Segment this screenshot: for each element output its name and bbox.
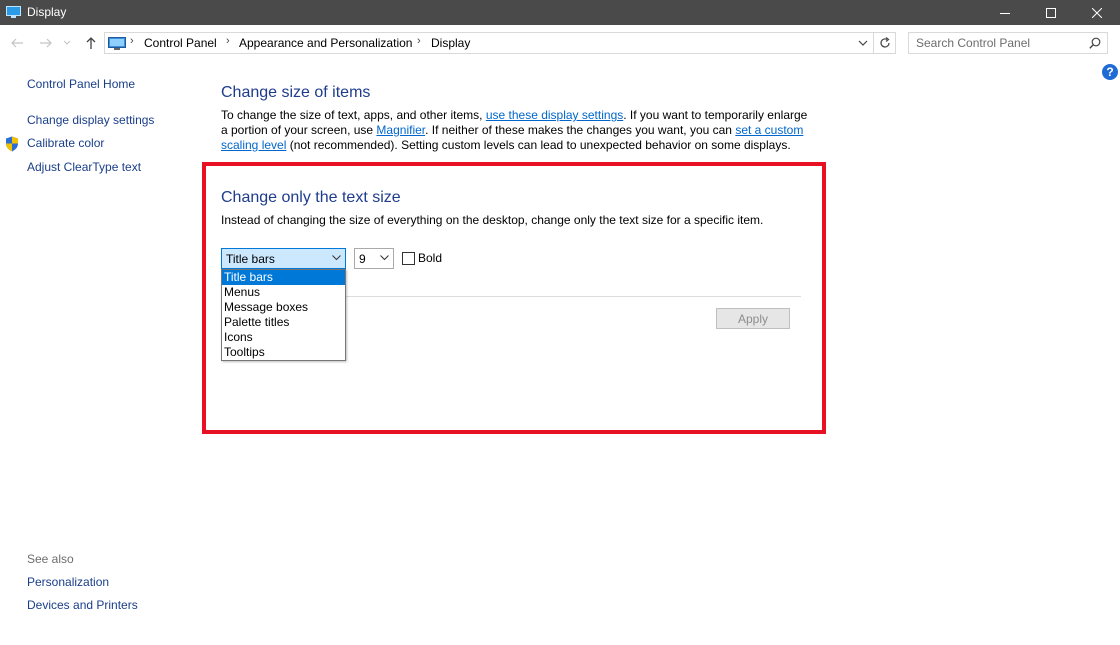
magnifier-link[interactable]: Magnifier — [376, 123, 425, 137]
maximize-icon — [1046, 7, 1056, 18]
see-also-devices-printers[interactable]: Devices and Printers — [27, 598, 138, 612]
chevron-down-icon — [858, 40, 868, 46]
search-box[interactable] — [908, 32, 1108, 54]
minimize-button[interactable] — [982, 0, 1028, 25]
address-bar[interactable]: › Control Panel › Appearance and Persona… — [104, 32, 874, 54]
up-button[interactable] — [82, 34, 100, 52]
item-dropdown-list: Title bars Menus Message boxes Palette t… — [221, 269, 346, 361]
change-text-size-description: Instead of changing the size of everythi… — [221, 213, 764, 227]
breadcrumb-appearance[interactable]: Appearance and Personalization — [239, 36, 412, 50]
maximize-button[interactable] — [1028, 0, 1074, 25]
window-title: Display — [27, 5, 67, 19]
option-menus[interactable]: Menus — [222, 285, 345, 300]
search-input[interactable] — [909, 33, 1085, 53]
option-tooltips[interactable]: Tooltips — [222, 345, 345, 360]
search-icon — [1089, 37, 1101, 49]
sidebar-item-adjust-cleartype[interactable]: Adjust ClearType text — [27, 160, 141, 174]
sidebar-item-change-display-settings[interactable]: Change display settings — [27, 113, 154, 127]
address-dropdown-button[interactable] — [852, 32, 874, 54]
back-button[interactable] — [8, 34, 26, 52]
shield-icon — [6, 136, 18, 152]
change-size-heading: Change size of items — [221, 84, 371, 101]
up-arrow-icon — [86, 37, 96, 49]
option-icons[interactable]: Icons — [222, 330, 345, 345]
font-size-select[interactable]: 9 — [354, 248, 394, 269]
item-select-value: Title bars — [226, 252, 275, 266]
chevron-down-icon — [380, 255, 389, 261]
forward-button[interactable] — [37, 34, 55, 52]
custom-scaling-link[interactable]: set a custom — [735, 123, 803, 137]
option-message-boxes[interactable]: Message boxes — [222, 300, 345, 315]
option-palette-titles[interactable]: Palette titles — [222, 315, 345, 330]
breadcrumb-display[interactable]: Display — [431, 36, 470, 50]
sidebar-item-calibrate-color[interactable]: Calibrate color — [27, 136, 104, 150]
close-button[interactable] — [1074, 0, 1120, 25]
font-size-value: 9 — [359, 252, 366, 266]
change-text-size-heading: Change only the text size — [221, 189, 401, 206]
apply-button[interactable]: Apply — [716, 308, 790, 329]
bold-label[interactable]: Bold — [418, 251, 442, 265]
breadcrumb-separator: › — [226, 35, 230, 47]
breadcrumb-control-panel[interactable]: Control Panel — [144, 36, 217, 50]
close-icon — [1092, 7, 1102, 18]
bold-checkbox[interactable] — [402, 252, 415, 265]
refresh-icon — [879, 37, 890, 48]
see-also-heading: See also — [27, 552, 74, 566]
chevron-down-icon — [332, 255, 341, 261]
breadcrumb-separator: › — [417, 35, 421, 47]
breadcrumb-separator: › — [130, 35, 134, 47]
recent-locations-button[interactable] — [61, 34, 73, 52]
forward-arrow-icon — [40, 38, 52, 48]
change-size-description: To change the size of text, apps, and ot… — [221, 108, 808, 152]
back-arrow-icon — [11, 38, 23, 48]
sidebar-item-control-panel-home[interactable]: Control Panel Home — [27, 77, 135, 91]
item-select[interactable]: Title bars — [221, 248, 346, 269]
minimize-icon — [1000, 12, 1010, 14]
option-title-bars[interactable]: Title bars — [222, 270, 345, 285]
refresh-button[interactable] — [874, 32, 896, 54]
control-panel-icon — [108, 37, 126, 50]
custom-scaling-link-continued[interactable]: scaling level — [221, 138, 286, 152]
display-icon — [6, 6, 21, 18]
help-button[interactable]: ? — [1102, 64, 1118, 80]
title-bar: Display — [0, 0, 1120, 25]
display-settings-link[interactable]: use these display settings — [486, 108, 623, 122]
see-also-personalization[interactable]: Personalization — [27, 575, 109, 589]
chevron-down-icon — [63, 40, 71, 45]
